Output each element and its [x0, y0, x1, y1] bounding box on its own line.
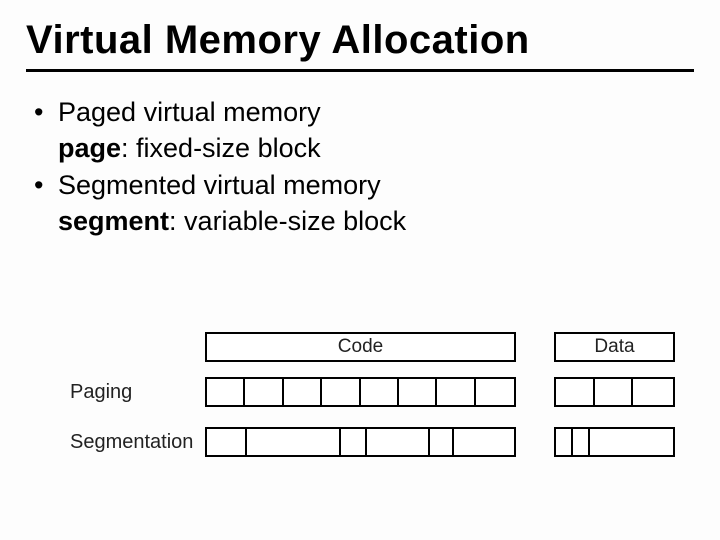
slide: Virtual Memory Allocation Paged virtual …	[0, 0, 720, 540]
header-strip: Code Data	[205, 332, 675, 362]
page-cell	[361, 379, 399, 405]
paging-label: Paging	[70, 381, 205, 404]
page-title: Virtual Memory Allocation	[26, 18, 694, 72]
segment-cell	[367, 429, 430, 455]
def-segment: : variable-size block	[169, 206, 406, 236]
segmentation-strip	[205, 427, 675, 457]
page-cell	[437, 379, 475, 405]
bullet-page-def: page: fixed-size block	[32, 130, 694, 166]
header-spacer	[70, 332, 205, 362]
term-page: page	[58, 133, 121, 163]
data-header-box: Data	[554, 332, 675, 362]
segment-cell	[590, 429, 673, 455]
paging-code-box	[205, 377, 516, 407]
page-cell	[284, 379, 322, 405]
segmentation-row: Segmentation	[70, 426, 690, 458]
segmentation-label: Segmentation	[70, 431, 205, 454]
segment-cell	[207, 429, 247, 455]
page-cell	[476, 379, 514, 405]
bullet-paged: Paged virtual memory	[32, 94, 694, 130]
term-segment: segment	[58, 206, 169, 236]
segmentation-data-box	[554, 427, 675, 457]
code-label: Code	[338, 336, 383, 358]
def-page: : fixed-size block	[121, 133, 321, 163]
paging-strip	[205, 377, 675, 407]
segment-cell	[341, 429, 367, 455]
memory-diagram: Code Data Paging Segmentation	[70, 332, 690, 476]
bullet-segmented: Segmented virtual memory	[32, 167, 694, 203]
segment-cell	[454, 429, 514, 455]
page-cell	[207, 379, 245, 405]
diagram-header-row: Code Data	[70, 332, 690, 362]
code-header-box: Code	[205, 332, 516, 362]
paging-row: Paging	[70, 376, 690, 408]
page-cell	[633, 379, 672, 405]
data-label: Data	[594, 336, 634, 358]
page-cell	[399, 379, 437, 405]
bullet-list: Paged virtual memory page: fixed-size bl…	[32, 94, 694, 240]
page-cell	[245, 379, 283, 405]
segmentation-code-box	[205, 427, 516, 457]
segment-cell	[573, 429, 589, 455]
bullet-segment-def: segment: variable-size block	[32, 203, 694, 239]
paging-data-box	[554, 377, 675, 407]
page-cell	[322, 379, 360, 405]
page-cell	[595, 379, 634, 405]
page-cell	[556, 379, 595, 405]
segment-cell	[430, 429, 454, 455]
segment-cell	[247, 429, 342, 455]
segment-cell	[556, 429, 573, 455]
